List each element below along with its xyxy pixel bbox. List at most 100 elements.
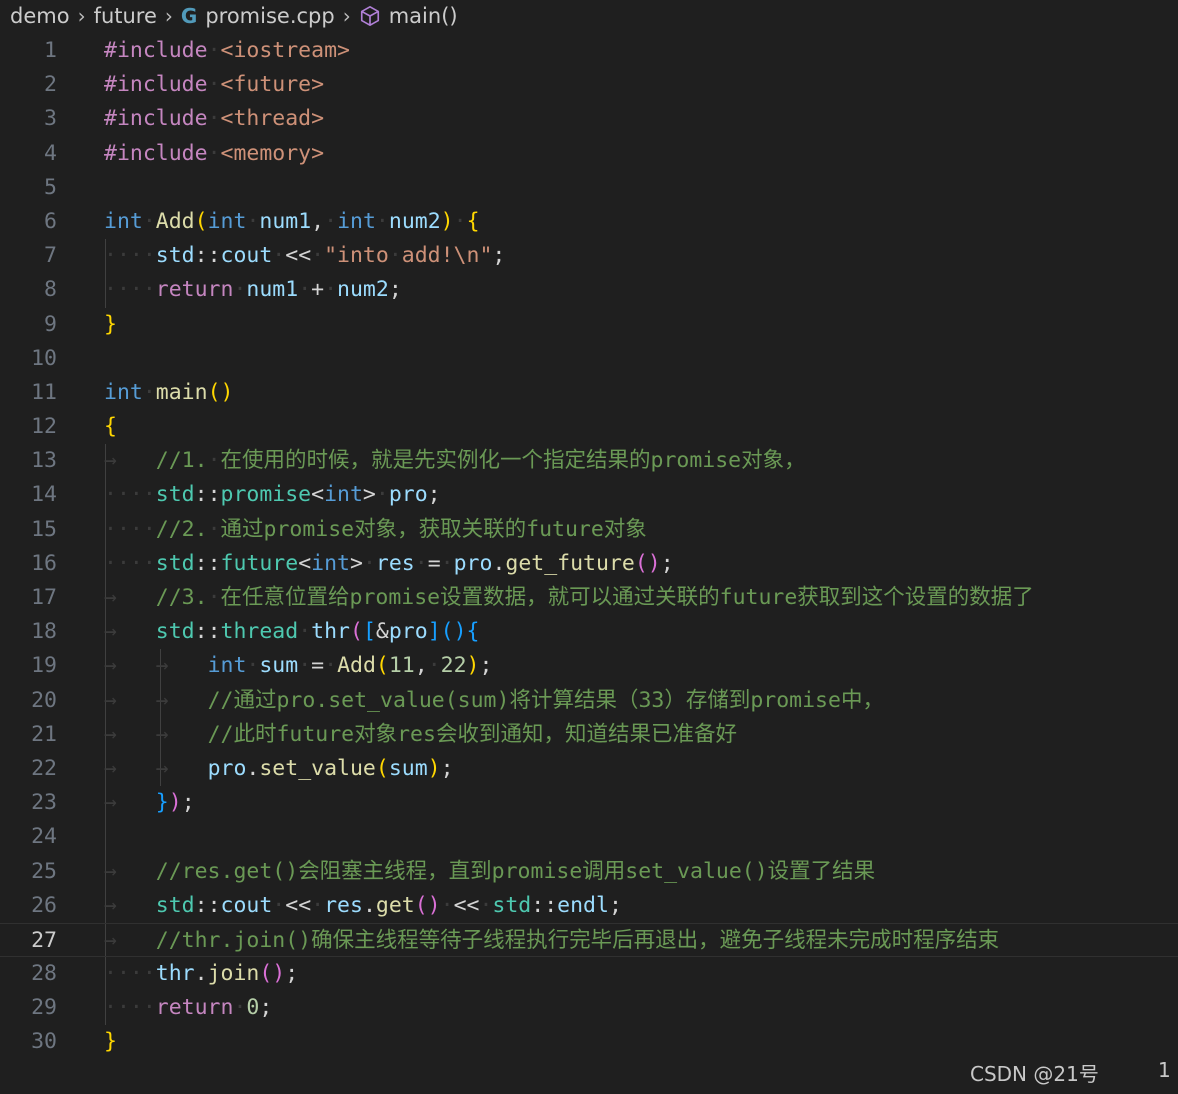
code-line[interactable]: 9} xyxy=(0,308,1178,342)
code-token: () xyxy=(634,550,661,576)
breadcrumb-item-folder[interactable]: demo xyxy=(10,4,70,28)
code-token: ; xyxy=(440,755,454,781)
line-number: 9 xyxy=(44,311,57,337)
whitespace-marker: → xyxy=(104,755,156,781)
code-line[interactable]: 7 ····std::cout·<<·"into·add!\n"; xyxy=(0,239,1178,274)
code-line[interactable]: 5 xyxy=(0,171,1178,205)
code-token: int xyxy=(207,208,247,234)
code-token: //3. xyxy=(155,585,208,610)
code-line[interactable]: 19 → → int·sum·=·Add(11,·22); xyxy=(0,649,1178,684)
line-content: → → //通过pro.set_value(sum)将计算结果（33）存储到pr… xyxy=(104,684,884,718)
code-line[interactable]: 14 ····std::promise<int>·pro; xyxy=(0,478,1178,513)
code-token: ; xyxy=(285,961,299,987)
breadcrumb-item-file[interactable]: G promise.cpp xyxy=(181,4,335,28)
whitespace-marker: → xyxy=(155,721,208,747)
line-content: int·main() xyxy=(104,376,233,410)
code-editor[interactable]: demo › future › G promise.cpp › main() 1… xyxy=(0,0,1178,1094)
whitespace-marker: → xyxy=(155,653,208,679)
line-number: 20 xyxy=(31,687,57,713)
code-token: :: xyxy=(194,243,221,269)
whitespace-marker: · xyxy=(362,550,376,576)
line-number: 25 xyxy=(31,858,57,884)
code-token: { xyxy=(466,208,480,234)
code-token: > xyxy=(349,550,363,576)
cpp-file-icon: G xyxy=(180,4,198,28)
code-line[interactable]: 16 ····std::future<int>·res·=·pro.get_fut… xyxy=(0,546,1178,581)
code-token: thr xyxy=(155,961,195,987)
code-token: + xyxy=(311,277,325,303)
code-line[interactable]: 12 { xyxy=(0,410,1178,444)
line-content: #include·<iostream> xyxy=(104,34,350,68)
code-line[interactable]: 15 ····//2.·通过promise对象，获取关联的future对象 xyxy=(0,512,1178,547)
code-token: pro xyxy=(453,550,493,576)
line-content: #include·<future> xyxy=(104,68,324,102)
code-line[interactable]: 23 → }); xyxy=(0,786,1178,821)
code-line[interactable]: 8 ····return·num1·+·num2; xyxy=(0,273,1178,308)
line-content: ····thr.join(); xyxy=(104,957,298,991)
code-line[interactable]: 2 #include·<future> xyxy=(0,68,1178,102)
code-line[interactable]: 18 → std::thread·thr([&pro](){ xyxy=(0,615,1178,650)
code-token: ) xyxy=(466,653,480,679)
code-token: ; xyxy=(388,277,402,303)
code-line[interactable]: 24 xyxy=(0,820,1178,855)
line-number: 15 xyxy=(31,516,57,542)
code-token: } xyxy=(155,790,169,816)
whitespace-marker: · xyxy=(207,585,221,610)
code-line[interactable]: 28 ····thr.join(); xyxy=(0,957,1178,992)
breadcrumb-item-subfolder[interactable]: future xyxy=(94,4,157,28)
line-number: 28 xyxy=(31,961,57,987)
line-number: 22 xyxy=(31,755,57,781)
line-content: int·Add(int·num1,·int·num2)·{ xyxy=(104,205,480,239)
whitespace-marker: · xyxy=(440,550,454,576)
code-line[interactable]: 6 int·Add(int·num1,·int·num2)·{ xyxy=(0,205,1178,239)
whitespace-marker: ···· xyxy=(104,550,156,576)
code-token: return xyxy=(155,995,234,1021)
line-number: 29 xyxy=(31,995,57,1021)
line-content: → }); xyxy=(104,786,195,820)
code-token: pro xyxy=(388,619,428,645)
whitespace-marker: · xyxy=(311,892,325,918)
code-token: 在任意位置给promise设置数据，就可以通过关联的future获取到这个设置的… xyxy=(220,585,1034,610)
code-line[interactable]: 11 int·main() xyxy=(0,376,1178,410)
code-token: get xyxy=(375,892,415,918)
whitespace-marker: · xyxy=(142,379,156,405)
code-token: pro xyxy=(207,755,247,781)
code-line[interactable]: 30} xyxy=(0,1025,1178,1059)
line-content: → //3.·在任意位置给promise设置数据，就可以通过关联的future获… xyxy=(104,581,1034,615)
code-line[interactable]: 3 #include·<thread> xyxy=(0,102,1178,136)
code-line[interactable]: 22 → → pro.set_value(sum); xyxy=(0,751,1178,787)
code-line[interactable]: 21 → → //此时future对象res会收到通知，知道结果已准备好 xyxy=(0,717,1178,752)
code-line[interactable]: 13 → //1.·在使用的时候，就是先实例化一个指定结果的promise对象， xyxy=(0,444,1178,479)
whitespace-marker: ···· xyxy=(104,243,156,269)
code-token: } xyxy=(104,1029,117,1055)
whitespace-marker: · xyxy=(142,208,156,234)
code-line[interactable]: 26 → std::cout·<<·res.get()·<<·std::endl; xyxy=(0,888,1178,923)
code-line[interactable]: 29 ····return·0; xyxy=(0,991,1178,1026)
code-line[interactable]: 27 → //thr.join()确保主线程等待子线程执行完毕后再退出，避免子线程… xyxy=(0,922,1178,958)
breadcrumb-item-symbol[interactable]: main() xyxy=(359,4,458,28)
code-line[interactable]: 20 → → //通过pro.set_value(sum)将计算结果（33）存储到… xyxy=(0,683,1178,718)
code-area[interactable]: 1 #include·<iostream> 2 #include·<future> 3 #… xyxy=(0,34,1178,1060)
line-content: → //res.get()会阻塞主线程，直到promise调用set_value… xyxy=(104,855,875,889)
code-line[interactable]: 1 #include·<iostream> xyxy=(0,34,1178,68)
code-token: [ xyxy=(362,619,376,645)
code-token: :: xyxy=(194,619,221,645)
line-number: 17 xyxy=(31,585,57,610)
code-line[interactable]: 4 #include·<memory> xyxy=(0,137,1178,171)
line-number: 12 xyxy=(31,414,57,440)
code-line[interactable]: 17 → //3.·在任意位置给promise设置数据，就可以通过关联的futur… xyxy=(0,581,1178,616)
whitespace-marker: · xyxy=(272,243,286,269)
line-number: 5 xyxy=(44,174,57,200)
line-content: → //thr.join()确保主线程等待子线程执行完毕后再退出，避免子线程未完… xyxy=(104,924,999,958)
code-line[interactable]: 10 xyxy=(0,342,1178,376)
line-content: → → pro.set_value(sum); xyxy=(104,752,454,786)
code-token: add!\n" xyxy=(401,243,493,269)
code-token: 在使用的时候，就是先实例化一个指定结果的promise对象， xyxy=(220,448,806,474)
code-token: ; xyxy=(259,995,273,1021)
code-line[interactable]: 25 → //res.get()会阻塞主线程，直到promise调用set_val… xyxy=(0,854,1178,889)
code-token: 通过promise对象，获取关联的future对象 xyxy=(220,516,647,542)
code-token: set_value xyxy=(259,755,376,781)
code-token: int xyxy=(104,379,143,405)
code-token: . xyxy=(492,550,506,576)
line-number: 11 xyxy=(31,379,57,405)
